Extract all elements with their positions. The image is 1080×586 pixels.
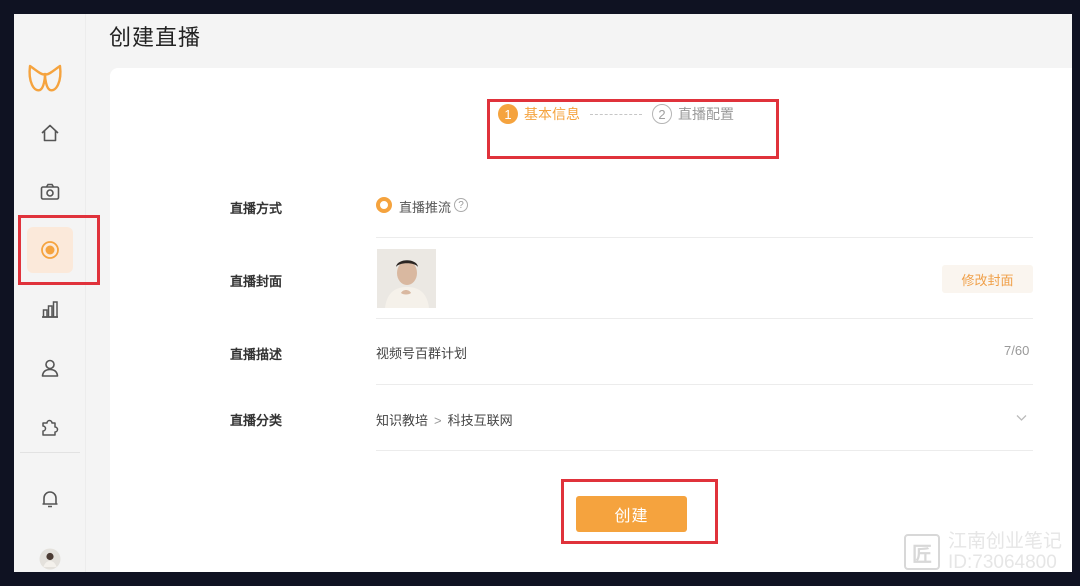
live-push-radio-label[interactable]: 直播推流 [399,197,451,216]
sidebar-item-notifications[interactable] [27,476,73,522]
app-window: 创建直播 [14,14,1072,572]
bar-chart-icon [42,301,58,318]
sidebar-item-profile[interactable] [27,536,73,572]
sidebar-item-plugins[interactable] [27,404,73,450]
home-icon [41,124,59,142]
live-push-radio[interactable] [376,197,392,213]
row-divider [376,450,1033,451]
watermark-name: 江南创业笔记 [948,531,1063,552]
highlight-box-create [561,479,718,544]
user-icon [41,359,59,377]
live-mode-label: 直播方式 [230,201,283,216]
row-divider [376,237,1033,238]
puzzle-icon [42,419,59,436]
sidebar-item-stats[interactable] [27,286,73,332]
highlight-box-live-nav [18,215,100,285]
sidebar-divider [20,452,80,453]
sidebar-item-users[interactable] [27,345,73,391]
category-select[interactable]: 知识教培 > 科技互联网 [376,410,513,429]
sidebar-item-home[interactable] [27,110,73,156]
page-title: 创建直播 [109,25,202,50]
chevron-down-icon[interactable] [1015,411,1028,424]
live-cover-label: 直播封面 [230,274,283,289]
row-divider [376,384,1033,385]
live-description-label: 直播描述 [230,347,283,362]
sidebar-item-camera[interactable] [27,169,73,215]
edit-cover-button[interactable]: 修改封面 [942,265,1033,293]
avatar-icon [39,548,61,570]
watermark-logo: 匠 [904,534,940,570]
category-separator: > [434,413,442,428]
description-input[interactable]: 视频号百群计划 [376,343,467,362]
category-primary: 知识教培 [376,413,429,428]
sidebar [14,14,86,572]
help-icon[interactable]: ? [454,198,468,212]
cover-portrait-image [377,249,436,308]
watermark-id: ID:73064800 [948,552,1057,573]
category-secondary: 科技互联网 [447,413,513,428]
row-divider [376,318,1033,319]
live-category-label: 直播分类 [230,413,283,428]
brand-logo-icon [28,64,62,92]
cover-thumbnail [377,249,436,308]
camera-icon [40,183,60,200]
bell-icon [42,491,58,508]
watermark: 匠 江南创业笔记 ID:73064800 [904,531,1062,573]
description-char-count: 7/60 [1004,343,1030,358]
highlight-box-steps [487,99,779,159]
